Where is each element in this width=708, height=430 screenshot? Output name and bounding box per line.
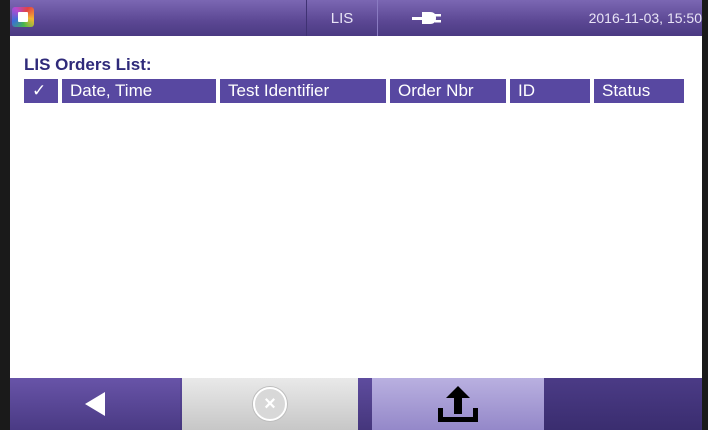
cancel-button[interactable]: × bbox=[182, 378, 358, 430]
datetime-text: 2016-11-03, 15:50 bbox=[588, 10, 702, 26]
column-header-id[interactable]: ID bbox=[510, 79, 590, 103]
top-status-bar: LIS 2016-11-03, 15:50 bbox=[10, 0, 702, 36]
column-header-date-time[interactable]: Date, Time bbox=[62, 79, 216, 103]
orders-list-body[interactable] bbox=[24, 106, 690, 376]
plug-icon bbox=[412, 12, 441, 24]
export-button[interactable] bbox=[372, 378, 544, 430]
bezel-left bbox=[0, 0, 10, 430]
back-arrow-icon bbox=[85, 392, 105, 416]
column-header-order-nbr[interactable]: Order Nbr bbox=[390, 79, 506, 103]
column-header-status[interactable]: Status bbox=[594, 79, 684, 103]
empty-toolbar-slot bbox=[544, 378, 702, 430]
page-title: LIS Orders List: bbox=[24, 55, 152, 74]
bezel-right bbox=[702, 0, 708, 430]
connection-status bbox=[377, 0, 477, 36]
back-button[interactable] bbox=[10, 378, 180, 430]
cancel-icon: × bbox=[253, 387, 287, 421]
column-header-select[interactable]: ✓ bbox=[24, 79, 58, 103]
column-header-test-identifier[interactable]: Test Identifier bbox=[220, 79, 386, 103]
bottom-toolbar: × bbox=[10, 378, 702, 430]
datetime-display: 2016-11-03, 15:50 bbox=[480, 0, 702, 36]
screen: LIS 2016-11-03, 15:50 LIS Orders List: ✓… bbox=[10, 0, 702, 430]
screen-title: LIS bbox=[306, 0, 378, 36]
upload-icon bbox=[438, 386, 478, 422]
table-header: ✓ Date, Time Test Identifier Order Nbr I… bbox=[24, 79, 684, 103]
app-logo-icon[interactable] bbox=[12, 7, 34, 27]
